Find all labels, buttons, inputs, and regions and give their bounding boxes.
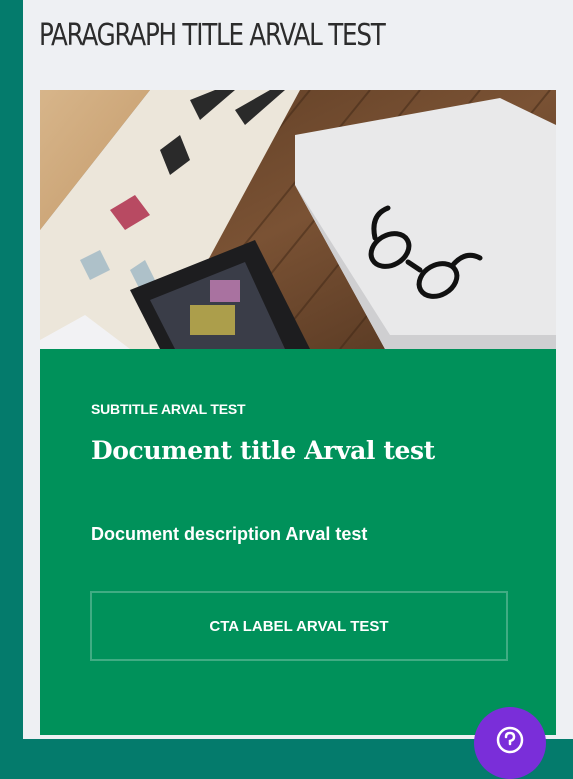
document-card: SUBTITLE ARVAL TEST Document title Arval… bbox=[40, 90, 556, 735]
card-description: Document description Arval test bbox=[91, 524, 368, 544]
content-panel: PARAGRAPH TITLE ARVAL TEST SUBTITLE ARVA… bbox=[23, 0, 573, 739]
help-button[interactable] bbox=[474, 707, 546, 779]
card-subtitle: SUBTITLE ARVAL TEST bbox=[91, 401, 246, 417]
card-image bbox=[40, 90, 556, 349]
cta-button[interactable]: CTA LABEL ARVAL TEST bbox=[90, 591, 508, 661]
question-circle-icon bbox=[496, 726, 524, 754]
card-title: Document title Arval test bbox=[91, 436, 435, 465]
cta-label: CTA LABEL ARVAL TEST bbox=[209, 617, 389, 635]
paragraph-title: PARAGRAPH TITLE ARVAL TEST bbox=[39, 18, 386, 53]
